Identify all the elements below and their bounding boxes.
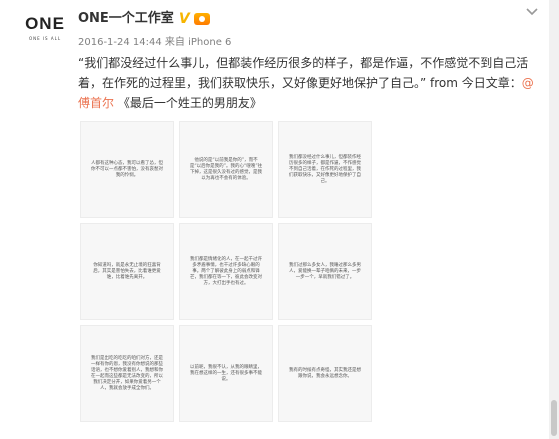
chevron-down-icon[interactable] bbox=[525, 4, 539, 18]
image-thumb[interactable]: 人都有这种心态，我可以看了怂，但你不可以一点都不害怕，没有哀愁对我的怜悯。 bbox=[80, 121, 174, 218]
image-thumb[interactable]: 我有的时候有点奇怪，其实我还是想跟你说，我会永远想念你。 bbox=[278, 325, 372, 422]
scrollbar[interactable] bbox=[549, 0, 559, 439]
image-caption: 你知道吗，就是永无止境的狂喜背后，其实是害怕失去，比着谁更爱谁，比着谁先离开。 bbox=[93, 262, 161, 280]
image-thumb[interactable]: 他说的是“以前我是你的”，而不是“以后你是我的”。我的心“嗖嗖”往下掉，这是很久… bbox=[179, 121, 273, 218]
image-thumb[interactable]: 我们过那么多女人，我睡过那么多男人，爱能换一辈子咱俩的未来，一步一步一个，早就我… bbox=[278, 223, 372, 320]
image-thumb[interactable]: 以前呢，我很不认，从我的眼睛里，我在想这样的一生，还有很多事不能说。 bbox=[179, 325, 273, 422]
username-row: ONE一个工作室 V bbox=[78, 10, 210, 28]
post-text-body: “我们都没经过什么事儿，但都装作经历很多的样子，都是作逼，不作感觉不到自己活着，… bbox=[78, 56, 529, 90]
image-caption: 人都有这种心态，我可以看了怂，但你不可以一点都不害怕，没有哀愁对我的怜悯。 bbox=[91, 160, 163, 178]
verified-badge-icon[interactable]: V bbox=[179, 10, 190, 28]
image-caption: 我有的时候有点奇怪，其实我还是想跟你说，我会永远想念你。 bbox=[289, 367, 361, 379]
image-thumb[interactable]: 我们是出吃的吃吃的咱们对方，还是一样有你的恩，我没有你想说的那些话语，也不想你爱… bbox=[80, 325, 174, 422]
avatar[interactable]: ONE ONE IS ALL bbox=[20, 12, 70, 52]
scrollbar-thumb[interactable] bbox=[551, 400, 557, 436]
image-caption: 我们都是情绪化的人，在一起千过许多矛盾事情，也干过许多缺心眼的事。两个了解彼此身… bbox=[190, 256, 262, 286]
image-thumb[interactable]: 我们都没经过什么事儿，但都装作经历很多的样子，都是作逼，不作感觉不到自己活着，在… bbox=[278, 121, 372, 218]
image-caption: 我们是出吃的吃吃的咱们对方，还是一样有你的恩，我没有你想说的那些话语，也不想你爱… bbox=[91, 355, 163, 391]
post-text-tail: 《最后一个姓王的男朋友》 bbox=[114, 96, 262, 110]
image-caption: 他说的是“以前我是你的”，而不是“以后你是我的”。我的心“嗖嗖”往下掉，这是很久… bbox=[189, 157, 263, 181]
post-meta[interactable]: 2016-1-24 14:44 来自 iPhone 6 bbox=[78, 33, 231, 48]
avatar-tagline: ONE IS ALL bbox=[28, 36, 62, 41]
username-link[interactable]: ONE一个工作室 bbox=[78, 10, 174, 28]
image-caption: 我们都没经过什么事儿，但都装作经历很多的样子，都是作逼，不作感觉不到自己活着，在… bbox=[289, 154, 361, 184]
image-caption: 以前呢，我很不认，从我的眼睛里，我在想这样的一生，还有很多事不能说。 bbox=[190, 364, 262, 382]
post-text: “我们都没经过什么事儿，但都装作经历很多的样子，都是作逼，不作感觉不到自己活着，… bbox=[78, 53, 538, 113]
avatar-logo: ONE bbox=[25, 14, 65, 33]
image-thumb[interactable]: 你知道吗，就是永无止境的狂喜背后，其实是害怕失去，比着谁更爱谁，比着谁先离开。 bbox=[80, 223, 174, 320]
member-badge-icon[interactable] bbox=[193, 13, 210, 25]
image-thumb[interactable]: 我们都是情绪化的人，在一起千过许多矛盾事情，也干过许多缺心眼的事。两个了解彼此身… bbox=[179, 223, 273, 320]
image-caption: 我们过那么多女人，我睡过那么多男人，爱能换一辈子咱俩的未来，一步一步一个，早就我… bbox=[289, 262, 361, 280]
